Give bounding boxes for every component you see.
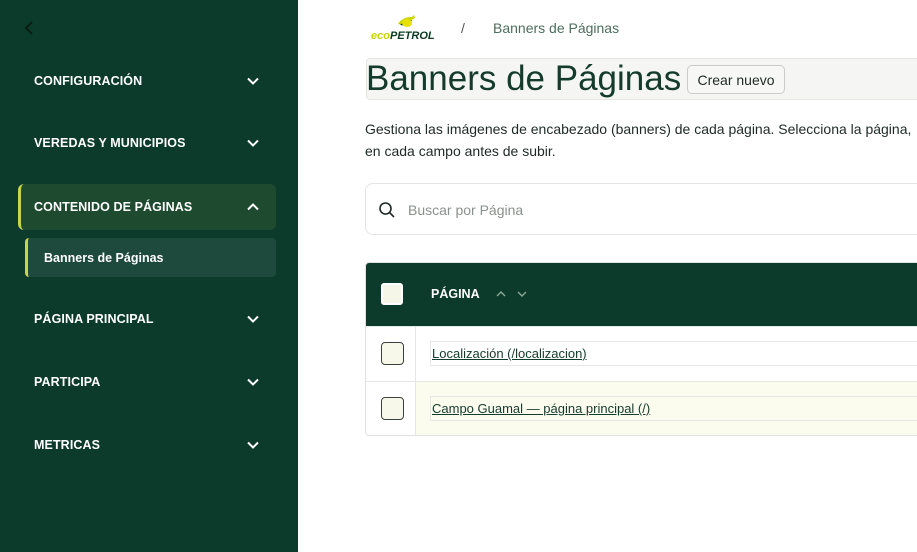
select-all-checkbox[interactable] [381, 283, 403, 305]
svg-text:eco: eco [371, 30, 390, 42]
sidebar-item-veredas-municipios[interactable]: VEREDAS Y MUNICIPIOS [18, 120, 276, 166]
breadcrumb-current[interactable]: Banners de Páginas [493, 20, 619, 36]
sidebar-subitem-label: Banners de Páginas [44, 250, 164, 265]
chevron-left-icon[interactable] [20, 18, 40, 38]
sidebar-item-metricas[interactable]: METRICAS [18, 422, 276, 468]
row-checkbox-cell [366, 382, 416, 435]
banners-table: PÁGINA Localización (/localizacion) Camp… [365, 262, 917, 436]
main-content: eco PETROL / Banners de Páginas Banners … [298, 0, 917, 552]
sidebar-item-label: CONTENIDO DE PÁGINAS [34, 200, 193, 214]
row-link[interactable]: Localización (/localizacion) [432, 346, 587, 361]
row-cell-pagina: Campo Guamal — página principal (/) [430, 396, 917, 421]
sort-ascending-icon[interactable] [495, 288, 507, 300]
row-checkbox[interactable] [381, 397, 404, 420]
table-row: Localización (/localizacion) [366, 326, 917, 382]
chevron-up-icon [247, 203, 259, 211]
sidebar-item-participa[interactable]: PARTICIPA [18, 359, 276, 405]
search-box [365, 183, 917, 235]
search-icon [379, 202, 395, 218]
app-window: CONFIGURACIÓN VEREDAS Y MUNICIPIOS CONTE… [0, 0, 917, 552]
row-cell-pagina: Localización (/localizacion) [430, 341, 917, 366]
description-line: en cada campo antes de subir. [365, 143, 556, 159]
sidebar-subitem-banners-paginas[interactable]: Banners de Páginas [25, 238, 276, 277]
table-row: Campo Guamal — página principal (/) [366, 381, 917, 435]
row-link[interactable]: Campo Guamal — página principal (/) [432, 401, 650, 416]
description-line: Gestiona las imágenes de encabezado (ban… [365, 121, 912, 137]
sort-descending-icon[interactable] [516, 288, 528, 300]
svg-text:PETROL: PETROL [390, 30, 435, 42]
sidebar-item-label: VEREDAS Y MUNICIPIOS [34, 136, 186, 150]
page-description: Gestiona las imágenes de encabezado (ban… [365, 118, 917, 162]
chevron-down-icon [247, 315, 259, 323]
page-title: Banners de Páginas [366, 59, 682, 98]
chevron-down-icon [247, 139, 259, 147]
sidebar-item-label: PÁGINA PRINCIPAL [34, 312, 154, 326]
sidebar-item-contenido-paginas[interactable]: CONTENIDO DE PÁGINAS [18, 184, 276, 230]
chevron-down-icon [247, 378, 259, 386]
sidebar-item-configuracion[interactable]: CONFIGURACIÓN [18, 58, 276, 104]
sidebar-item-label: CONFIGURACIÓN [34, 74, 143, 88]
sidebar-item-pagina-principal[interactable]: PÁGINA PRINCIPAL [18, 296, 276, 342]
breadcrumb-separator: / [461, 20, 465, 36]
sidebar: CONFIGURACIÓN VEREDAS Y MUNICIPIOS CONTE… [0, 0, 298, 552]
search-input[interactable] [408, 197, 908, 223]
chevron-down-icon [247, 77, 259, 85]
row-checkbox[interactable] [381, 342, 404, 365]
row-checkbox-cell [366, 327, 416, 382]
sidebar-item-label: METRICAS [34, 438, 101, 452]
column-header-pagina[interactable]: PÁGINA [431, 287, 480, 301]
chevron-down-icon [247, 441, 259, 449]
ecopetrol-logo[interactable]: eco PETROL [370, 14, 438, 42]
sidebar-item-label: PARTICIPA [34, 375, 101, 389]
table-header: PÁGINA [366, 263, 917, 326]
create-new-button[interactable]: Crear nuevo [687, 65, 785, 94]
